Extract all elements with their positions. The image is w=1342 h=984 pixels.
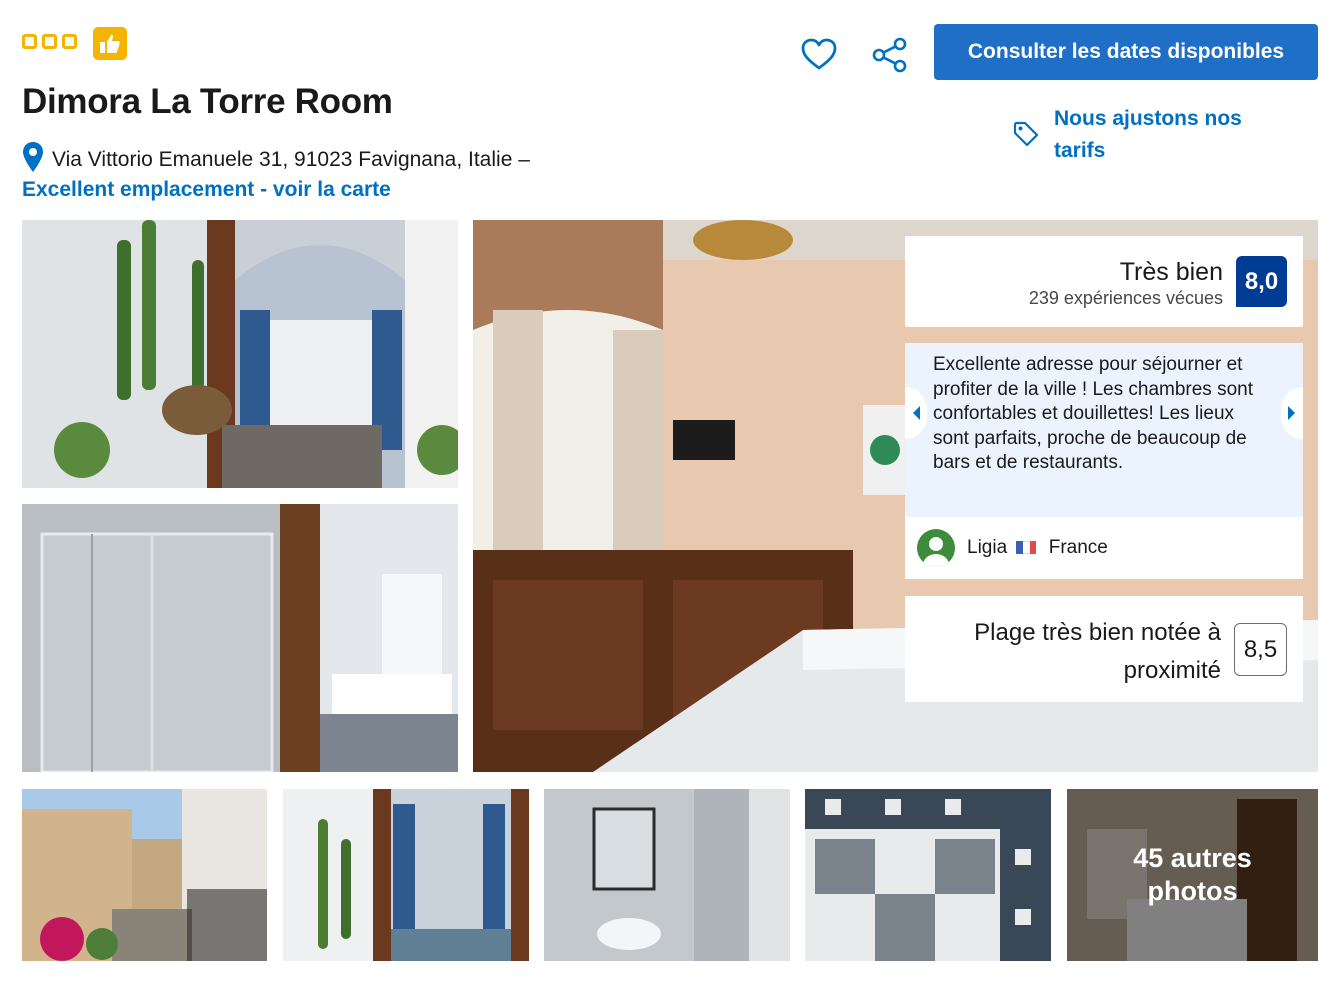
price-tag-icon	[1012, 120, 1040, 153]
address: Via Vittorio Emanuele 31, 91023 Favignan…	[22, 141, 530, 179]
avatar	[917, 529, 955, 567]
reviewer-name: Ligia	[967, 537, 1008, 558]
star-rating	[22, 34, 77, 49]
reviewer: Ligia France	[917, 529, 1108, 567]
gallery-thumbnail[interactable]	[805, 789, 1051, 961]
share-icon[interactable]	[870, 36, 910, 74]
more-photos-label: 45 autres photos	[1067, 789, 1318, 961]
beach-score-badge: 8,5	[1234, 623, 1287, 676]
france-flag-icon	[1016, 541, 1037, 554]
score-badge: 8,0	[1236, 256, 1287, 307]
gallery-more-photos[interactable]: 45 autres photos	[1067, 789, 1318, 961]
gallery-thumbnail[interactable]	[283, 789, 529, 961]
chevron-left-icon	[913, 406, 920, 420]
star-icon	[22, 34, 37, 49]
star-icon	[42, 34, 57, 49]
star-icon	[62, 34, 77, 49]
heart-icon[interactable]	[800, 36, 838, 72]
map-link[interactable]: Excellent emplacement - voir la carte	[22, 178, 391, 202]
review-count: 239 expériences vécues	[1028, 288, 1223, 308]
chevron-right-icon	[1288, 406, 1295, 420]
beach-label: Plage très bien notée à proximité	[974, 619, 1221, 684]
review-score-card[interactable]: Très bien 239 expériences vécues 8,0	[905, 236, 1303, 327]
reviewer-country: France	[1048, 537, 1108, 558]
price-adjust-link[interactable]: Nous ajustons nos tarifs	[1054, 103, 1284, 167]
page-title: Dimora La Torre Room	[22, 82, 393, 121]
gallery-photo[interactable]	[22, 220, 458, 488]
location-pin-icon	[22, 141, 44, 179]
score-label: Très bien	[1119, 258, 1223, 286]
thumbs-up-icon	[93, 27, 127, 60]
gallery-thumbnail[interactable]	[22, 789, 267, 961]
review-text: Excellente adresse pour séjourner et pro…	[905, 343, 1303, 517]
guest-review-card: Excellente adresse pour séjourner et pro…	[905, 343, 1303, 579]
address-text: Via Vittorio Emanuele 31, 91023 Favignan…	[52, 148, 530, 171]
check-availability-button[interactable]: Consulter les dates disponibles	[934, 24, 1318, 80]
beach-score-card: Plage très bien notée à proximité 8,5	[905, 596, 1303, 702]
gallery-thumbnail[interactable]	[544, 789, 790, 961]
gallery-photo[interactable]	[22, 504, 458, 772]
